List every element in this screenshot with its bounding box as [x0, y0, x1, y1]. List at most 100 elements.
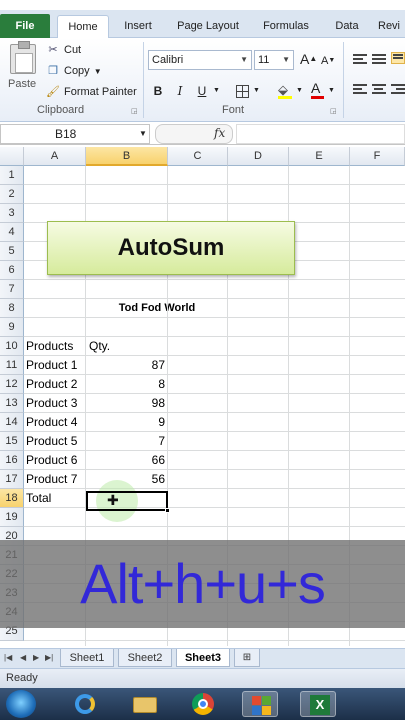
italic-button[interactable]: I	[172, 82, 188, 100]
row-header-9[interactable]: 9	[0, 318, 24, 337]
first-sheet-icon[interactable]: |◀	[4, 653, 12, 662]
dialog-launcher-icon[interactable]: ◲	[330, 107, 337, 115]
column-header-c[interactable]: C	[168, 147, 228, 166]
product-name-cell[interactable]: Product 7	[26, 470, 77, 489]
tab-formulas[interactable]: Formulas	[257, 16, 315, 38]
fill-handle[interactable]	[165, 508, 170, 513]
office-app-icon[interactable]	[242, 691, 278, 717]
font-color-dropdown-icon[interactable]: ▼	[328, 87, 335, 94]
column-header-e[interactable]: E	[289, 147, 350, 166]
borders-button[interactable]	[236, 85, 249, 98]
column-header-d[interactable]: D	[228, 147, 289, 166]
internet-explorer-icon[interactable]	[66, 691, 102, 717]
next-sheet-icon[interactable]: ▶	[33, 653, 39, 662]
copy-dropdown-icon[interactable]: ▼	[94, 67, 102, 76]
row-header-13[interactable]: 13	[0, 394, 24, 413]
sheet-tab-sheet3[interactable]: Sheet3	[176, 649, 230, 667]
tab-data[interactable]: Data	[328, 16, 366, 38]
font-name-value: Calibri	[152, 54, 184, 66]
active-cell-b18[interactable]	[86, 491, 170, 513]
tab-review[interactable]: Revi	[378, 16, 405, 38]
grow-font-button[interactable]: A▲	[300, 50, 317, 68]
prev-sheet-icon[interactable]: ◀	[20, 653, 26, 662]
file-explorer-icon[interactable]	[126, 691, 162, 717]
row-header-18[interactable]: 18	[0, 489, 24, 508]
product-qty-cell[interactable]: 7	[88, 432, 165, 451]
row-header-15[interactable]: 15	[0, 432, 24, 451]
underline-dropdown-icon[interactable]: ▼	[213, 87, 220, 94]
last-sheet-icon[interactable]: ▶|	[45, 653, 53, 662]
column-header-a[interactable]: A	[24, 147, 86, 166]
start-button-icon[interactable]	[6, 690, 36, 718]
chevron-down-icon[interactable]: ▼	[139, 129, 147, 138]
row-header-11[interactable]: 11	[0, 356, 24, 375]
row-header-5[interactable]: 5	[0, 242, 24, 261]
format-painter-button[interactable]: 🖌 Format Painter	[46, 84, 137, 100]
product-qty-cell[interactable]: 66	[88, 451, 165, 470]
name-box[interactable]: B18	[0, 124, 150, 144]
title-cell[interactable]: Tod Fod World	[88, 299, 226, 318]
font-name-dropdown[interactable]: Calibri ▼	[148, 50, 252, 70]
row-header-10[interactable]: 10	[0, 337, 24, 356]
row-header-14[interactable]: 14	[0, 413, 24, 432]
row-header-4[interactable]: 4	[0, 223, 24, 242]
insert-sheet-icon[interactable]: ⊞	[234, 649, 260, 667]
product-name-cell[interactable]: Product 2	[26, 375, 77, 394]
row-header-7[interactable]: 7	[0, 280, 24, 299]
row-header-3[interactable]: 3	[0, 204, 24, 223]
row-header-19[interactable]: 19	[0, 508, 24, 527]
row-header-17[interactable]: 17	[0, 470, 24, 489]
tab-insert[interactable]: Insert	[116, 16, 160, 38]
header-qty-cell[interactable]: Qty.	[89, 337, 110, 356]
paintbrush-icon: 🖌	[46, 86, 60, 99]
column-header-f[interactable]: F	[350, 147, 405, 166]
row-header-2[interactable]: 2	[0, 185, 24, 204]
fill-color-dropdown-icon[interactable]: ▼	[296, 87, 303, 94]
product-name-cell[interactable]: Product 6	[26, 451, 77, 470]
excel-taskbar-icon[interactable]: X	[300, 691, 336, 717]
paste-icon[interactable]	[10, 41, 36, 74]
tab-file[interactable]: File	[0, 14, 50, 38]
sheet-tab-sheet1[interactable]: Sheet1	[60, 649, 114, 667]
product-name-cell[interactable]: Product 1	[26, 356, 77, 375]
chrome-icon[interactable]	[184, 691, 220, 717]
row-header-8[interactable]: 8	[0, 299, 24, 318]
formula-input[interactable]	[236, 124, 405, 144]
align-left-icon[interactable]	[353, 84, 367, 96]
row-header-6[interactable]: 6	[0, 261, 24, 280]
bold-button[interactable]: B	[150, 82, 166, 100]
column-header-b[interactable]: B	[86, 147, 168, 166]
fill-color-icon[interactable]: ⬙	[278, 82, 292, 99]
tab-page-layout[interactable]: Page Layout	[168, 16, 248, 38]
product-qty-cell[interactable]: 87	[88, 356, 165, 375]
row-header-1[interactable]: 1	[0, 166, 24, 185]
align-center-icon[interactable]	[372, 84, 386, 96]
dialog-launcher-icon[interactable]: ◲	[131, 107, 138, 115]
insert-function-icon[interactable]: fx	[214, 126, 225, 140]
align-middle-icon[interactable]	[372, 54, 386, 66]
align-top-icon[interactable]	[353, 54, 367, 66]
product-qty-cell[interactable]: 9	[88, 413, 165, 432]
header-products-cell[interactable]: Products	[26, 337, 73, 356]
align-bottom-icon[interactable]	[391, 52, 405, 64]
copy-button[interactable]: ❐ Copy ▼	[46, 63, 102, 79]
borders-dropdown-icon[interactable]: ▼	[253, 87, 260, 94]
product-qty-cell[interactable]: 8	[88, 375, 165, 394]
product-name-cell[interactable]: Product 5	[26, 432, 77, 451]
font-size-dropdown[interactable]: 11 ▼	[254, 50, 294, 70]
tab-home[interactable]: Home	[57, 15, 109, 39]
row-header-16[interactable]: 16	[0, 451, 24, 470]
underline-button[interactable]: U	[194, 82, 210, 100]
font-color-icon[interactable]: A	[311, 81, 324, 99]
select-all-corner[interactable]	[0, 147, 24, 166]
cut-button[interactable]: ✂ Cut	[46, 42, 81, 58]
product-qty-cell[interactable]: 98	[88, 394, 165, 413]
product-name-cell[interactable]: Product 4	[26, 413, 77, 432]
total-label-cell[interactable]: Total	[26, 489, 51, 508]
sheet-tab-sheet2[interactable]: Sheet2	[118, 649, 172, 667]
align-right-icon[interactable]	[391, 84, 405, 96]
paste-button[interactable]: Paste	[8, 78, 36, 90]
product-name-cell[interactable]: Product 3	[26, 394, 77, 413]
row-header-12[interactable]: 12	[0, 375, 24, 394]
shrink-font-button[interactable]: A▼	[321, 52, 335, 70]
